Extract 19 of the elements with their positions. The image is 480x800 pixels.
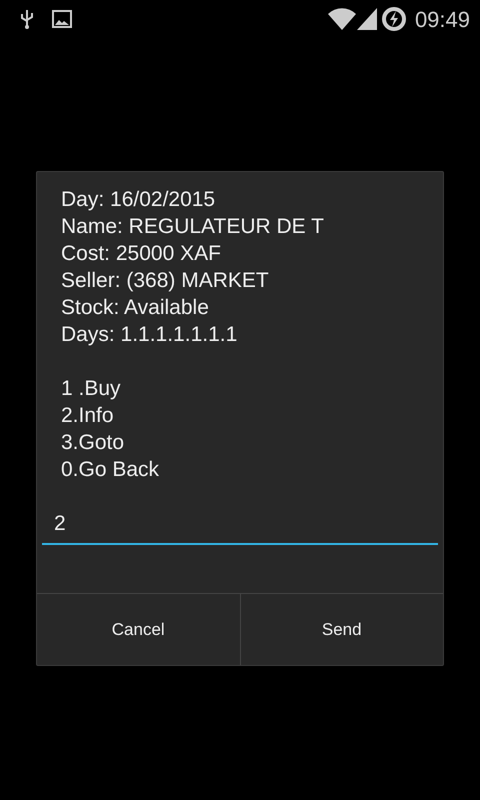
signal-icon bbox=[356, 8, 377, 30]
menu-option: 1 .Buy bbox=[61, 375, 121, 402]
input-field[interactable]: 2 bbox=[42, 505, 438, 545]
dialog-button[interactable]: Send bbox=[240, 594, 443, 665]
menu-option: 2.Info bbox=[61, 402, 114, 429]
menu-option: 3.Goto bbox=[61, 429, 124, 456]
clock-time: 09:49 bbox=[414, 6, 470, 34]
message-line: Days: 1.1.1.1.1.1.1 bbox=[61, 322, 238, 348]
message-line: Day: 16/02/2015 bbox=[61, 187, 216, 213]
image-icon bbox=[52, 10, 72, 28]
wifi-icon bbox=[326, 8, 357, 30]
message-line: Cost: 25000 XAF bbox=[61, 241, 221, 267]
message-line: Stock: Available bbox=[61, 295, 209, 321]
message-line: Name: REGULATEUR DE T bbox=[61, 214, 324, 240]
usb-icon bbox=[18, 8, 36, 30]
message-line: Seller: (368) MARKET bbox=[61, 268, 269, 294]
dialog-button[interactable]: Cancel bbox=[37, 594, 240, 665]
menu-option: 0.Go Back bbox=[61, 456, 160, 483]
battery-charging-icon bbox=[380, 6, 407, 32]
